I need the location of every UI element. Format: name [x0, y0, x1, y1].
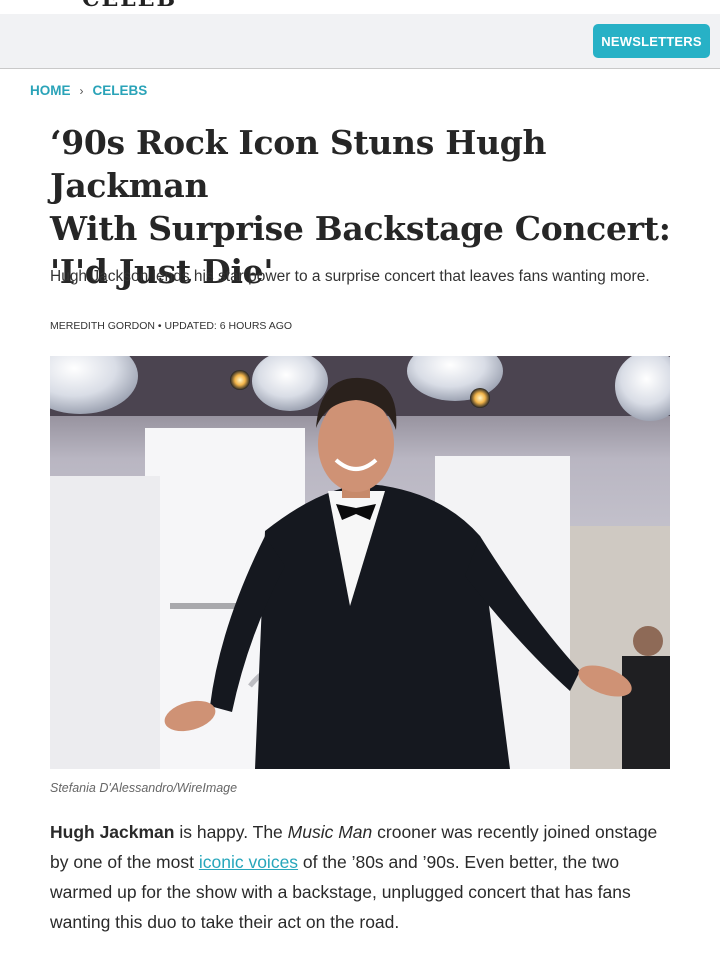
- hero-photo-illustration: [50, 356, 670, 769]
- header-bar: NEWSLETTERS: [0, 14, 720, 69]
- breadcrumb-celebs-link[interactable]: CELEBS: [93, 83, 148, 98]
- headline-line: With Surprise Backstage Concert:: [50, 209, 671, 248]
- updated-time: UPDATED: 6 HOURS AGO: [164, 320, 293, 332]
- top-strip: CELEB: [0, 0, 720, 14]
- byline: MEREDITH GORDON • UPDATED: 6 HOURS AGO: [50, 320, 292, 332]
- breadcrumb-home-link[interactable]: HOME: [30, 83, 71, 98]
- headline-line: ‘90s Rock Icon Stuns Hugh Jackman: [50, 123, 547, 205]
- byline-separator: •: [155, 320, 165, 332]
- author-link[interactable]: MEREDITH GORDON: [50, 320, 155, 332]
- article-dek: Hugh Jackson lends his star power to a s…: [50, 268, 650, 285]
- iconic-voices-link[interactable]: iconic voices: [199, 852, 298, 872]
- hero-image: [50, 356, 670, 769]
- body-italic-title: Music Man: [287, 822, 373, 842]
- newsletters-button[interactable]: NEWSLETTERS: [593, 24, 710, 58]
- breadcrumb: HOME › CELEBS: [30, 83, 147, 98]
- body-text-segment: is happy. The: [174, 822, 288, 842]
- chevron-right-icon: ›: [79, 83, 84, 98]
- site-logo[interactable]: CELEB: [82, 0, 177, 12]
- article-body-paragraph: Hugh Jackman is happy. The Music Man cro…: [50, 817, 670, 937]
- body-bold-name: Hugh Jackman: [50, 822, 175, 842]
- image-caption: Stefania D'Alessandro/WireImage: [50, 781, 238, 795]
